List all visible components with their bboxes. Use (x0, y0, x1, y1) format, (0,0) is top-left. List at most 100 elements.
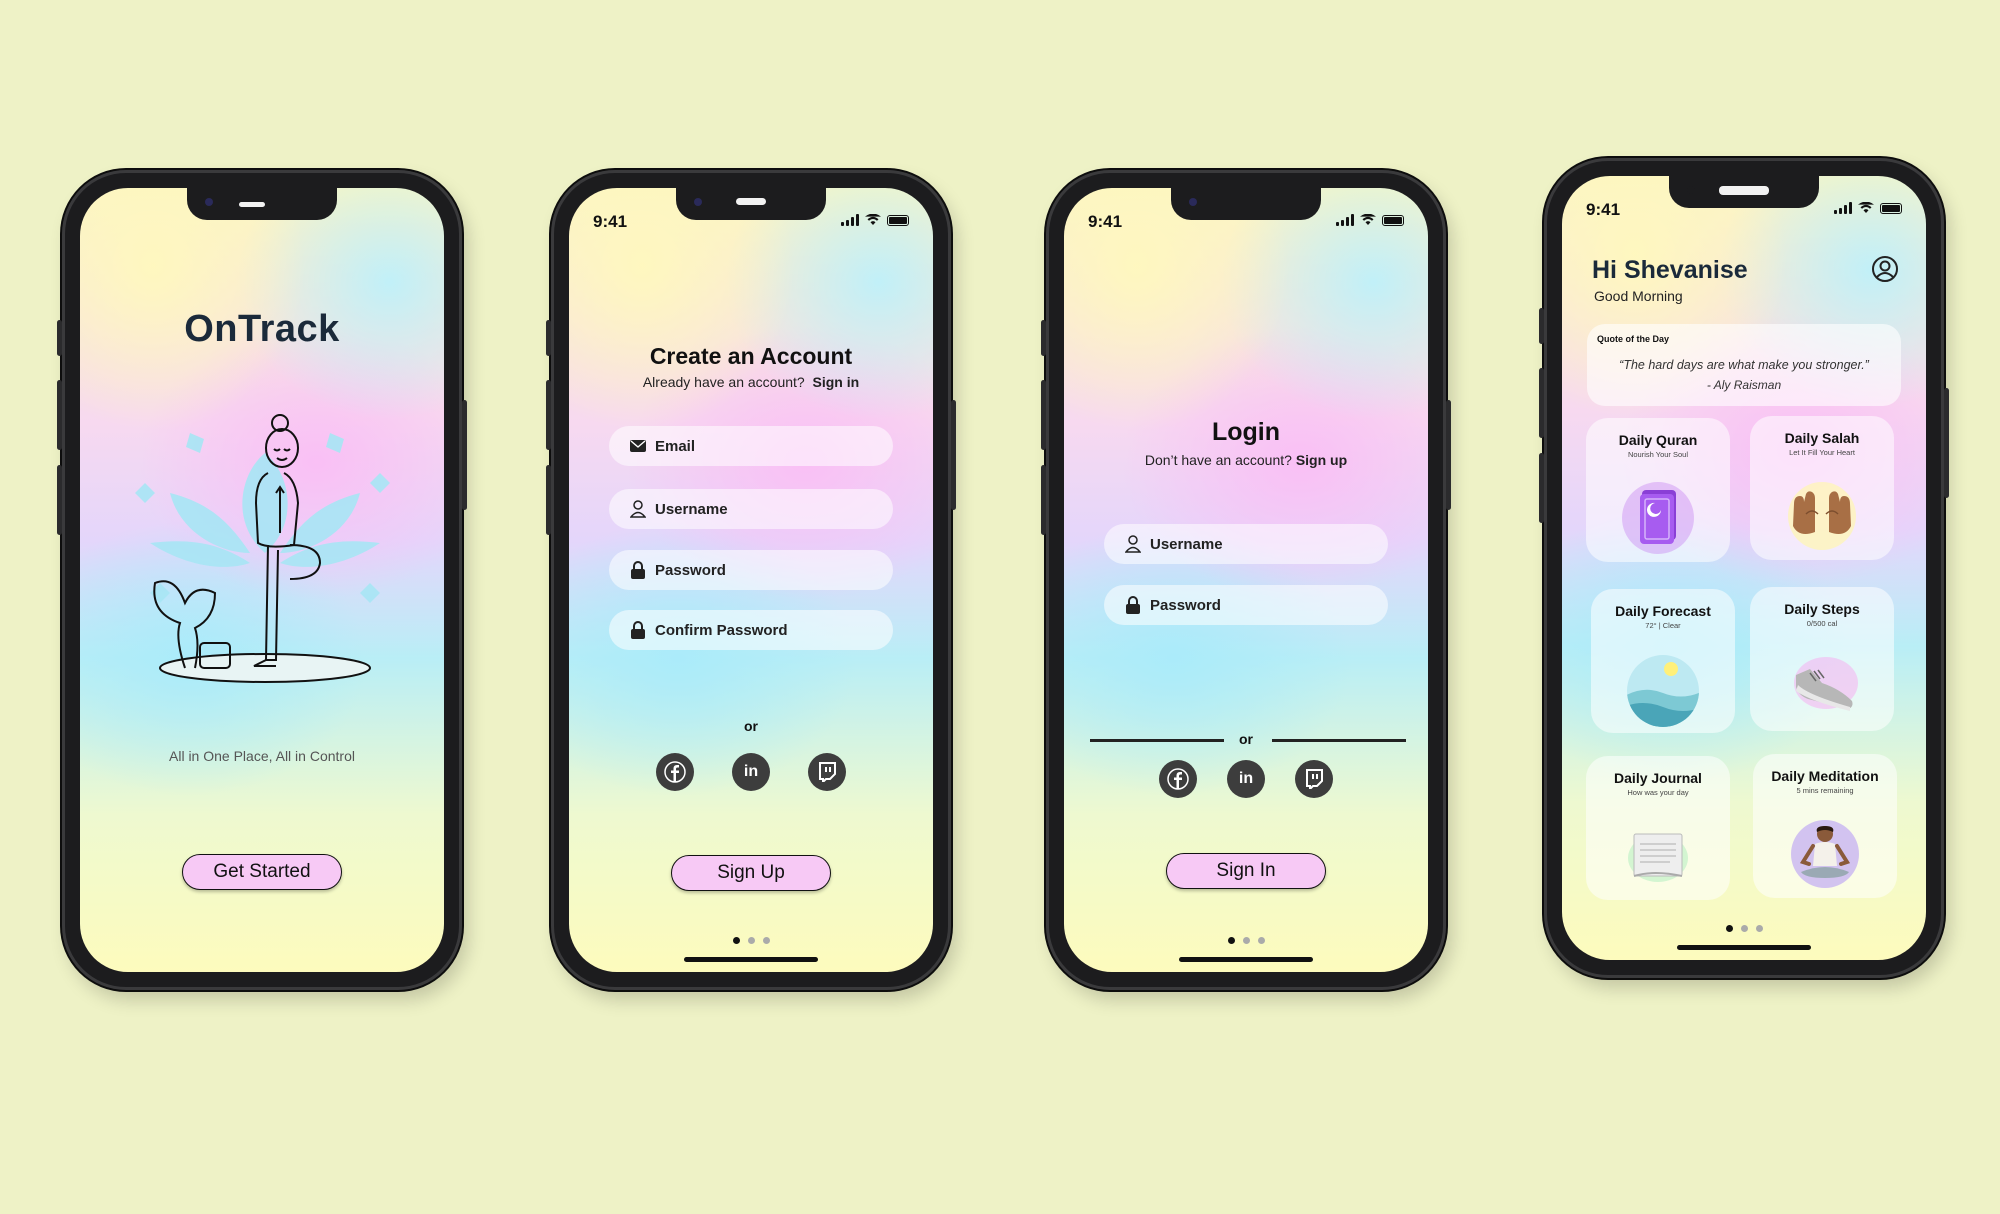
quote-text: “The hard days are what make you stronge… (1619, 358, 1869, 372)
or-divider-text: or (1239, 731, 1253, 747)
tile-subtitle: How was your day (1627, 788, 1689, 797)
battery-icon (1382, 215, 1404, 226)
tile-title: Daily Steps (1784, 601, 1860, 617)
linkedin-icon[interactable]: in (732, 753, 770, 791)
status-bar: 9:41 (1088, 212, 1404, 231)
password-field-label: Password (1150, 596, 1221, 614)
user-icon (1124, 535, 1142, 553)
username-field[interactable]: Username (1104, 524, 1388, 564)
email-field-label: Email (655, 437, 696, 455)
journal-icon (1628, 833, 1688, 882)
confirm-password-field[interactable]: Confirm Password (609, 610, 893, 650)
confirm-password-field-label: Confirm Password (655, 621, 788, 639)
yoga-illustration (135, 414, 390, 683)
signal-icon (841, 214, 859, 226)
login-screen: 9:41 Login Don’t have an account? Sign u… (1064, 188, 1428, 972)
login-title: Login (1211, 418, 1281, 446)
welcome-screen: OnTrack All in One Place, All in Control… (80, 188, 444, 972)
phone-dashboard: 9:41 Hi Shevanise Good Morning Quote of … (1539, 158, 1949, 978)
sign-up-button[interactable]: Sign Up (671, 855, 831, 891)
signup-link[interactable]: Sign up (1296, 452, 1347, 468)
password-field-label: Password (655, 561, 726, 579)
signin-prompt-text: Already have an account? (642, 374, 805, 390)
linkedin-icon[interactable]: in (1227, 760, 1265, 798)
app-brand-title: OnTrack (184, 308, 340, 350)
page-indicator (1562, 925, 1926, 932)
status-bar: 9:41 (1586, 200, 1902, 219)
tile-title: Daily Journal (1614, 770, 1702, 786)
tile-daily-meditation[interactable]: Daily Meditation 5 mins remaining (1753, 754, 1897, 898)
signal-icon (1336, 214, 1354, 226)
page-indicator (1064, 937, 1428, 944)
battery-icon (1880, 203, 1902, 214)
signup-screen: 9:41 Create an Account Already have an a… (569, 188, 933, 972)
quran-book-icon (1622, 482, 1694, 554)
tagline: All in One Place, All in Control (169, 748, 355, 764)
facebook-icon[interactable] (1159, 760, 1197, 798)
signin-link[interactable]: Sign in (813, 374, 860, 390)
phone-signup: 9:41 Create an Account Already have an a… (546, 170, 956, 990)
quote-author: - Aly Raisman (1706, 378, 1782, 392)
quote-heading: Quote of the Day (1597, 334, 1670, 344)
praying-hands-icon (1788, 482, 1856, 550)
phone-welcome: OnTrack All in One Place, All in Control… (57, 170, 467, 990)
password-field[interactable]: Password (609, 550, 893, 590)
username-field[interactable]: Username (609, 489, 893, 529)
tile-subtitle: Let It Fill Your Heart (1789, 448, 1855, 457)
wifi-icon (865, 214, 881, 225)
envelope-icon (629, 437, 647, 455)
status-bar: 9:41 (593, 212, 909, 231)
quote-card: Quote of the Day “The hard days are what… (1587, 324, 1901, 406)
signin-prompt: Already have an account? Sign in (569, 374, 933, 390)
tile-daily-steps[interactable]: Daily Steps 0/500 cal (1750, 587, 1894, 731)
user-icon (629, 500, 647, 518)
tile-title: Daily Meditation (1771, 768, 1879, 784)
lock-icon (1124, 596, 1142, 614)
twitch-icon[interactable] (808, 753, 846, 791)
tile-subtitle: 0/500 cal (1806, 619, 1838, 628)
meditation-icon (1791, 820, 1859, 888)
tile-daily-forecast[interactable]: Daily Forecast 72° | Clear (1591, 589, 1735, 733)
tile-title: Daily Forecast (1615, 603, 1711, 619)
notch (187, 188, 337, 220)
status-time: 9:41 (1088, 212, 1123, 231)
tile-daily-salah[interactable]: Daily Salah Let It Fill Your Heart (1750, 416, 1894, 560)
email-field[interactable]: Email (609, 426, 893, 466)
get-started-button[interactable]: Get Started (182, 854, 342, 890)
greeting-subtitle: Good Morning (1594, 288, 1683, 304)
wifi-icon (1858, 202, 1874, 213)
battery-icon (887, 215, 909, 226)
page-indicator (569, 937, 933, 944)
create-account-title: Create an Account (649, 343, 853, 369)
username-field-label: Username (655, 500, 728, 518)
password-field[interactable]: Password (1104, 585, 1388, 625)
wifi-icon (1360, 214, 1376, 225)
lock-icon (629, 561, 647, 579)
twitch-icon[interactable] (1295, 760, 1333, 798)
username-field-label: Username (1150, 535, 1223, 553)
phone-login: 9:41 Login Don’t have an account? Sign u… (1041, 170, 1451, 990)
tile-title: Daily Salah (1784, 430, 1860, 446)
tile-title: Daily Quran (1618, 432, 1698, 448)
facebook-icon[interactable] (656, 753, 694, 791)
dashboard-screen: 9:41 Hi Shevanise Good Morning Quote of … (1562, 176, 1926, 960)
or-divider-text: or (744, 718, 758, 734)
status-time: 9:41 (1586, 200, 1621, 219)
tile-subtitle: 72° | Clear (1645, 621, 1681, 630)
tile-daily-quran[interactable]: Daily Quran Nourish Your Soul (1586, 418, 1730, 562)
sign-in-button[interactable]: Sign In (1166, 853, 1326, 889)
lock-icon (629, 621, 647, 639)
social-buttons: in (1064, 760, 1428, 798)
profile-icon[interactable] (1872, 256, 1898, 282)
tile-subtitle: Nourish Your Soul (1627, 450, 1689, 459)
home-indicator[interactable] (684, 957, 818, 962)
sneaker-icon (1794, 657, 1858, 711)
home-indicator[interactable] (1677, 945, 1811, 950)
tile-daily-journal[interactable]: Daily Journal How was your day (1586, 756, 1730, 900)
signup-prompt: Don’t have an account? Sign up (1064, 452, 1428, 468)
home-indicator[interactable] (1179, 957, 1313, 962)
status-time: 9:41 (593, 212, 628, 231)
social-buttons: in (569, 753, 933, 791)
signup-prompt-text: Don’t have an account? (1144, 452, 1292, 468)
tile-subtitle: 5 mins remaining (1796, 786, 1854, 795)
